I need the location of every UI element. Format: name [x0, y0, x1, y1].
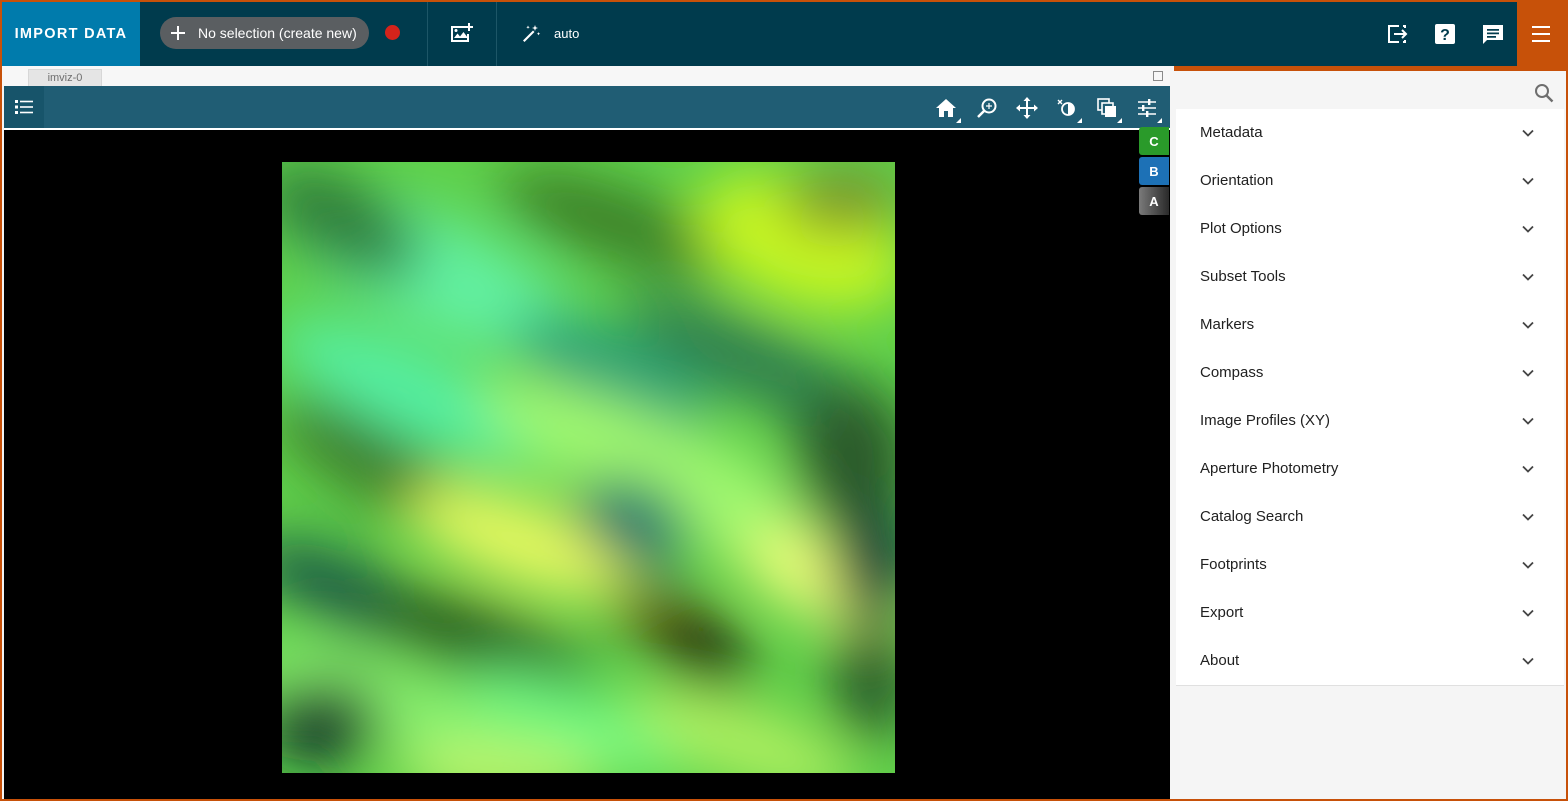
plugin-metadata[interactable]: Metadata: [1176, 109, 1564, 157]
plugin-export[interactable]: Export: [1176, 589, 1564, 637]
pan-icon[interactable]: [1016, 97, 1038, 119]
link-mode-label[interactable]: auto: [554, 26, 579, 41]
layer-c-badge[interactable]: C: [1139, 127, 1169, 155]
svg-text:?: ?: [1440, 27, 1450, 44]
image-display[interactable]: [282, 162, 895, 773]
data-selection-chip[interactable]: No selection (create new): [160, 17, 369, 49]
chevron-down-icon: [1522, 369, 1534, 377]
plugin-subset-tools[interactable]: Subset Tools: [1176, 253, 1564, 301]
chevron-down-icon: [1522, 177, 1534, 185]
export-icon[interactable]: [1385, 22, 1409, 46]
chevron-down-icon: [1522, 609, 1534, 617]
import-data-button[interactable]: IMPORT DATA: [2, 2, 140, 66]
viewer-toolbar: [4, 86, 1170, 128]
top-toolbar: IMPORT DATA No selection (create new) au…: [2, 2, 1566, 66]
plugin-image-profiles[interactable]: Image Profiles (XY): [1176, 397, 1564, 445]
hamburger-menu-icon[interactable]: [1517, 2, 1566, 66]
plugin-search: [1174, 71, 1566, 109]
chevron-down-icon: [1522, 657, 1534, 665]
plugin-label: Footprints: [1200, 556, 1267, 573]
search-icon[interactable]: [1534, 83, 1554, 103]
plugin-about[interactable]: About: [1176, 637, 1564, 685]
add-image-icon[interactable]: [449, 22, 473, 46]
plugin-orientation[interactable]: Orientation: [1176, 157, 1564, 205]
toolbar-divider: [496, 2, 497, 66]
data-menu-button[interactable]: [4, 86, 44, 128]
chevron-down-icon: [1522, 273, 1534, 281]
plugin-label: Compass: [1200, 364, 1264, 381]
plugin-label: Aperture Photometry: [1200, 460, 1339, 477]
chevron-down-icon: [1522, 561, 1534, 569]
viewer-tab-strip: imviz-0: [2, 66, 1170, 87]
record-icon[interactable]: [385, 25, 400, 40]
plugin-list: Metadata Orientation Plot Options Subset…: [1176, 109, 1564, 686]
plugin-catalog-search[interactable]: Catalog Search: [1176, 493, 1564, 541]
plugin-label: Export: [1200, 604, 1244, 621]
help-icon[interactable]: ?: [1433, 22, 1457, 46]
plugin-label: Image Profiles (XY): [1200, 412, 1331, 429]
plugin-aperture-photometry[interactable]: Aperture Photometry: [1176, 445, 1564, 493]
chevron-down-icon: [1522, 321, 1534, 329]
plugin-label: Plot Options: [1200, 220, 1282, 237]
app-frame: IMPORT DATA No selection (create new) au…: [2, 2, 1566, 799]
viewer-tab[interactable]: imviz-0: [28, 69, 102, 87]
chevron-down-icon: [1522, 225, 1534, 233]
plugin-footprints[interactable]: Footprints: [1176, 541, 1564, 589]
toolbar-divider: [427, 2, 428, 66]
chevron-down-icon: [1522, 465, 1534, 473]
layer-b-badge[interactable]: B: [1139, 157, 1169, 185]
plugin-label: About: [1200, 652, 1240, 669]
plugin-label: Metadata: [1200, 124, 1263, 141]
zoom-icon[interactable]: [976, 97, 998, 119]
maximize-icon[interactable]: [1153, 71, 1163, 81]
plugin-compass[interactable]: Compass: [1176, 349, 1564, 397]
selection-label: No selection (create new): [198, 25, 357, 41]
plugin-label: Markers: [1200, 316, 1255, 333]
home-icon[interactable]: [935, 97, 961, 123]
plugin-label: Orientation: [1200, 172, 1274, 189]
layer-a-badge[interactable]: A: [1139, 187, 1169, 215]
plugin-markers[interactable]: Markers: [1176, 301, 1564, 349]
plugin-search-input[interactable]: [1182, 77, 1526, 105]
plugin-tray: Metadata Orientation Plot Options Subset…: [1174, 66, 1566, 799]
wand-icon[interactable]: [521, 24, 541, 44]
chevron-down-icon: [1522, 417, 1534, 425]
contrast-bias-icon[interactable]: [1056, 97, 1082, 123]
image-viewer[interactable]: [4, 128, 1170, 799]
settings-sliders-icon[interactable]: [1136, 97, 1162, 123]
plus-icon: [170, 25, 186, 41]
chevron-down-icon: [1522, 513, 1534, 521]
comment-icon[interactable]: [1481, 22, 1505, 46]
chevron-down-icon: [1522, 129, 1534, 137]
plugin-label: Catalog Search: [1200, 508, 1304, 525]
list-icon: [15, 100, 33, 114]
plugin-label: Subset Tools: [1200, 268, 1286, 285]
plugin-plot-options[interactable]: Plot Options: [1176, 205, 1564, 253]
blink-icon[interactable]: [1096, 97, 1122, 123]
